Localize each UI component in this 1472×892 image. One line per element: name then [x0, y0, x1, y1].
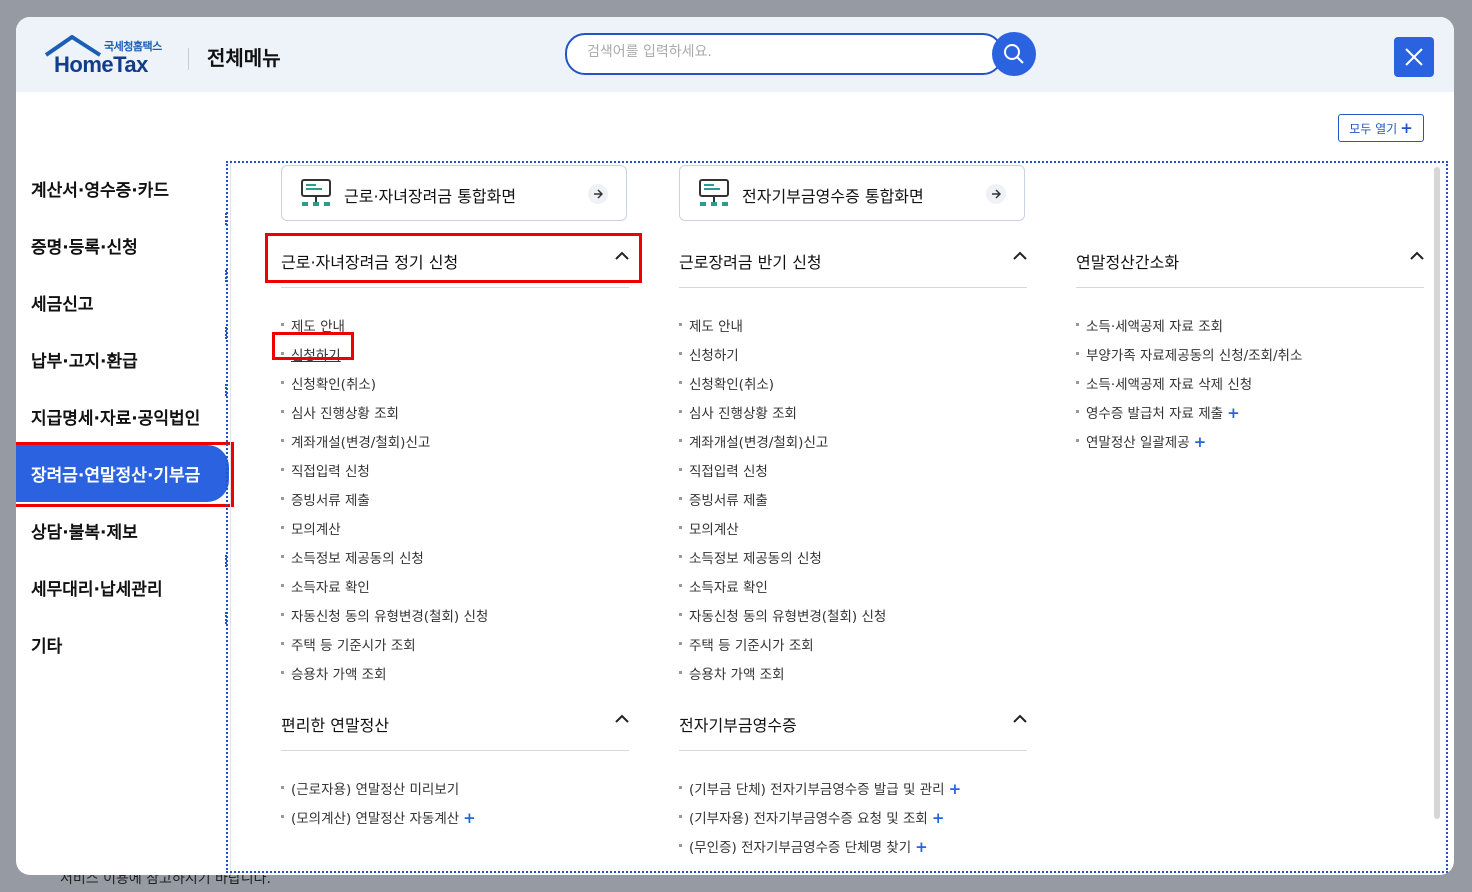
full-menu-modal: 국세청홈택스 HomeTax 전체메뉴 모두 열기 + 계산서·영수증·카드 증… — [16, 17, 1454, 875]
search-icon — [1004, 44, 1024, 64]
open-all-button[interactable]: 모두 열기 + — [1338, 114, 1424, 142]
plus-icon: + — [915, 838, 928, 856]
search-box — [565, 33, 1003, 75]
nav-item-tax-agent[interactable]: 세무대리·납세관리 — [16, 559, 231, 616]
nav-item-tax-report[interactable]: 세금신고 — [16, 274, 231, 331]
plus-icon: + — [931, 809, 945, 827]
highlight-box-section-title — [265, 233, 642, 283]
plus-icon: + — [1193, 433, 1207, 451]
nav-item-payment[interactable]: 납부·고지·환급 — [16, 331, 231, 388]
quick-link-incentive[interactable]: 근로·자녀장려금 통합화면 — [281, 165, 627, 221]
plus-icon: + — [1400, 119, 1413, 137]
plus-icon: + — [948, 780, 962, 798]
section-header[interactable]: 편리한 연말정산 — [281, 700, 629, 751]
search-button[interactable] — [992, 32, 1036, 76]
monitor-icon — [699, 179, 729, 206]
chevron-up-icon — [1013, 714, 1027, 723]
section-title: 연말정산간소화 — [1076, 253, 1180, 272]
section-header[interactable]: 근로장려금 반기 신청 — [679, 237, 1027, 288]
arrow-right-icon — [588, 184, 608, 204]
quick-link-label: 전자기부금영수증 통합화면 — [742, 187, 924, 206]
hometax-logo[interactable]: 국세청홈택스 HomeTax — [44, 35, 184, 77]
nav-item-certificate[interactable]: 증명·등록·신청 — [16, 217, 231, 274]
section-header[interactable]: 연말정산간소화 — [1076, 237, 1424, 288]
nav-item-invoice[interactable]: 계산서·영수증·카드 — [16, 160, 231, 217]
monitor-icon — [301, 179, 331, 206]
close-button[interactable] — [1394, 37, 1434, 77]
nav-item-etc[interactable]: 기타 — [16, 616, 231, 673]
plus-icon: + — [1227, 404, 1240, 422]
arrow-right-icon — [986, 184, 1006, 204]
nav-item-statement[interactable]: 지급명세·자료·공익법인 — [16, 388, 231, 445]
open-all-label: 모두 열기 — [1349, 121, 1398, 136]
active-nav-highlight-box — [16, 442, 234, 507]
nav-item-consulting[interactable]: 상담·불복·제보 — [16, 502, 231, 559]
section-header[interactable]: 전자기부금영수증 — [679, 700, 1027, 751]
chevron-up-icon — [1013, 251, 1027, 260]
modal-header: 국세청홈택스 HomeTax 전체메뉴 — [16, 17, 1454, 92]
close-icon — [1405, 48, 1423, 66]
search-input[interactable] — [585, 43, 969, 61]
scrollbar[interactable] — [1434, 167, 1440, 819]
highlight-box-apply — [272, 332, 354, 360]
logo-main-text: HomeTax — [54, 52, 148, 77]
chevron-up-icon — [615, 714, 629, 723]
quick-link-donation[interactable]: 전자기부금영수증 통합화면 — [679, 165, 1025, 221]
section-title: 전자기부금영수증 — [679, 716, 797, 735]
header-divider — [188, 48, 189, 70]
quick-link-label: 근로·자녀장려금 통합화면 — [344, 187, 517, 206]
plus-icon: + — [463, 809, 476, 827]
page-title: 전체메뉴 — [207, 46, 281, 70]
section-title: 편리한 연말정산 — [281, 716, 390, 735]
chevron-up-icon — [1410, 251, 1424, 260]
section-title: 근로장려금 반기 신청 — [679, 253, 822, 272]
